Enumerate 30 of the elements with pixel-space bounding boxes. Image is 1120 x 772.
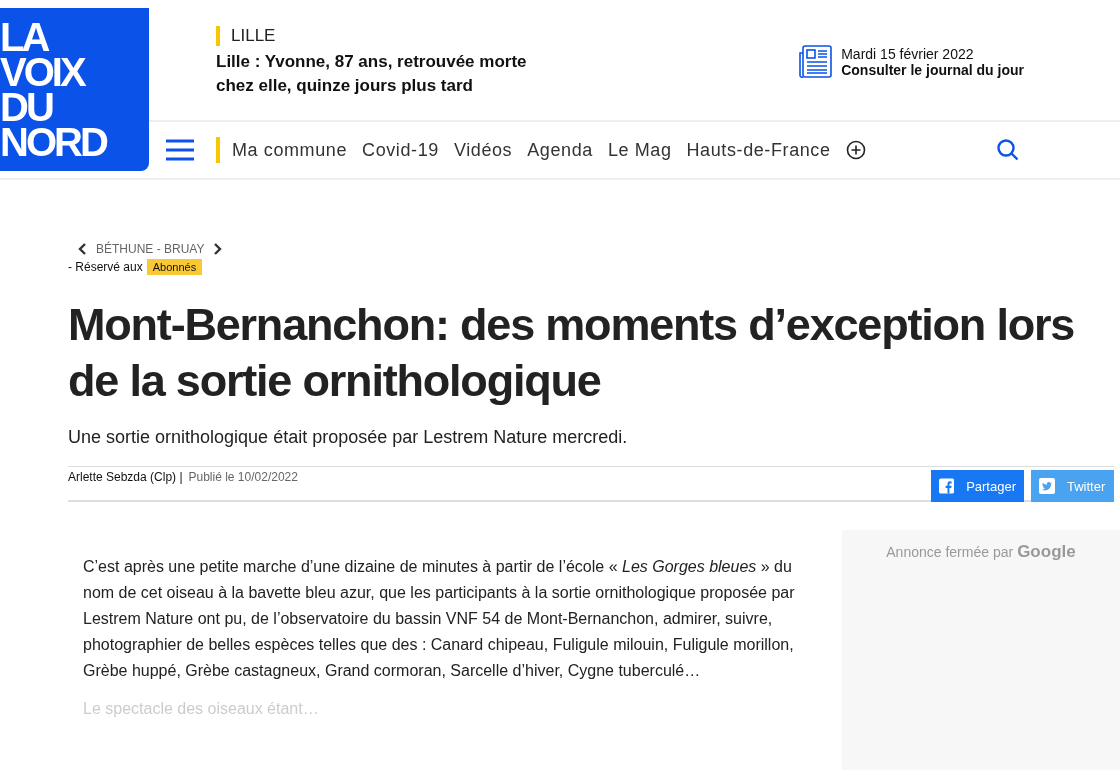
logo[interactable]: LA VOIX DU NORD bbox=[0, 8, 149, 171]
facebook-icon bbox=[939, 478, 955, 494]
nav-link[interactable]: Ma commune bbox=[232, 139, 348, 161]
story-headline[interactable]: Lille : Yvonne, 87 ans, retrouvée morte chez elle, quinze jours plus tard bbox=[216, 50, 556, 98]
plus-circle-icon[interactable] bbox=[845, 140, 866, 160]
menu-icon[interactable] bbox=[166, 139, 194, 161]
newspaper-icon[interactable] bbox=[799, 45, 833, 78]
twitter-icon bbox=[1039, 478, 1055, 494]
access-note: - Réservé aux bbox=[68, 260, 143, 274]
chevron-left-icon[interactable] bbox=[78, 243, 86, 255]
ad-closed-text: Annonce fermée par bbox=[886, 544, 1014, 560]
edition-link[interactable]: Consulter le journal du jour bbox=[841, 61, 1024, 78]
article-title: Mont-Bernanchon: des moments d’exception lors de la sortie ornithologique bbox=[68, 298, 1076, 408]
edition-date: Mardi 15 février 2022 bbox=[841, 45, 975, 62]
article-lead: Une sortie ornithologique était proposée par Lestrem Nature mercredi. bbox=[68, 427, 629, 448]
nav-link[interactable]: Hauts-de-France bbox=[686, 139, 831, 161]
publish-date: Publié le 10/02/2022 bbox=[188, 470, 298, 484]
nav-link[interactable]: Agenda bbox=[527, 139, 593, 161]
nav-link[interactable]: Vidéos bbox=[453, 139, 513, 161]
nav-link[interactable]: Covid-19 bbox=[362, 139, 439, 161]
breadcrumb-link[interactable]: BÉTHUNE - BRUAY bbox=[96, 242, 205, 256]
chevron-right-icon[interactable] bbox=[214, 243, 223, 255]
share-button[interactable]: Partager bbox=[931, 470, 1024, 502]
nav-link[interactable]: Le Mag bbox=[607, 139, 672, 161]
google-wordmark: Google bbox=[1017, 542, 1076, 562]
search-icon[interactable] bbox=[995, 138, 1020, 162]
story-section: LILLE bbox=[216, 26, 556, 46]
author-name: Arlette Sebzda (Clp) | bbox=[68, 470, 183, 484]
article-paragraph: C’est après une petite marche d’une dizaine de minutes à partir de l’école « Les Gorges bleues » du nom de cet oiseau à la bavette bleu azur, que les participants à la sortie ornithologique proposée par Lestrem Nature ont pu, de l’observatoire du bassin VNF 54 de Mont-Bernanchon, admirer, suivre, photographier de belles espèces telles que des : Canard chipeau, Fuligule milouin, Fuligule morillon, Grèbe huppé, Grèbe castagneux, Grand cormoran, Sarcelle d’hiver, Cygne tuberculé… bbox=[83, 557, 796, 681]
subscriber-badge: Abonnés bbox=[146, 259, 203, 275]
